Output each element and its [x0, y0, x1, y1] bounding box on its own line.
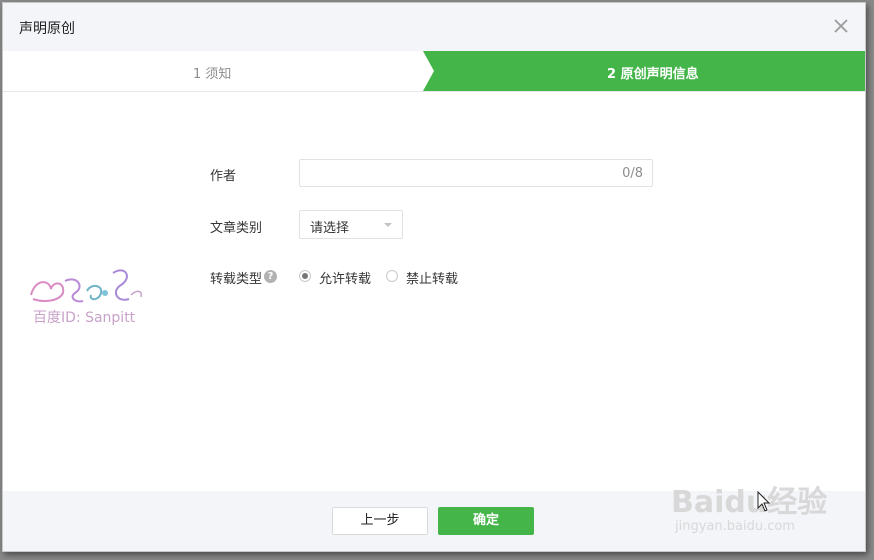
watermark-logo-icon — [30, 269, 143, 303]
chevron-down-icon — [384, 223, 392, 227]
mouse-cursor-icon — [757, 491, 771, 512]
baidu-jingyan-url: jingyan.baidu.com — [675, 519, 795, 534]
forbid-reprint-label[interactable]: 禁止转载 — [406, 268, 458, 287]
author-char-counter: 0/8 — [622, 166, 643, 181]
step-bar: 1 须知 2 原创声明信息 — [3, 51, 865, 92]
declare-original-dialog: 声明原创 1 须知 2 原创声明信息 作者 0/8 文章类别 请选择 转载类型 … — [2, 2, 866, 552]
close-icon[interactable] — [831, 16, 851, 36]
category-label: 文章类别 — [210, 221, 263, 236]
allow-reprint-label[interactable]: 允许转载 — [319, 268, 371, 287]
dialog-title: 声明原创 — [19, 21, 75, 37]
author-field[interactable]: 0/8 — [299, 159, 653, 188]
baidu-jingyan-logo-text: Baidu经验 — [671, 485, 828, 520]
category-select-value: 请选择 — [310, 221, 350, 236]
confirm-button[interactable]: 确定 — [438, 507, 534, 535]
step-bar-graphic — [423, 51, 865, 91]
watermark-baidu-id: 百度ID: Sanpitt — [33, 310, 136, 326]
step-2-label: 2 原创声明信息 — [607, 67, 699, 82]
author-label: 作者 — [210, 169, 237, 184]
radio-allow-reprint[interactable] — [299, 270, 311, 282]
step-1-label: 1 须知 — [193, 67, 232, 82]
author-input[interactable] — [308, 160, 612, 188]
question-circle-icon[interactable]: ? — [264, 270, 277, 283]
category-select[interactable]: 请选择 — [299, 210, 403, 239]
radio-forbid-reprint[interactable] — [386, 270, 398, 282]
previous-step-button[interactable]: 上一步 — [332, 507, 428, 535]
dialog-header: 声明原创 — [3, 3, 865, 51]
reprint-type-label: 转载类型 — [210, 272, 263, 287]
